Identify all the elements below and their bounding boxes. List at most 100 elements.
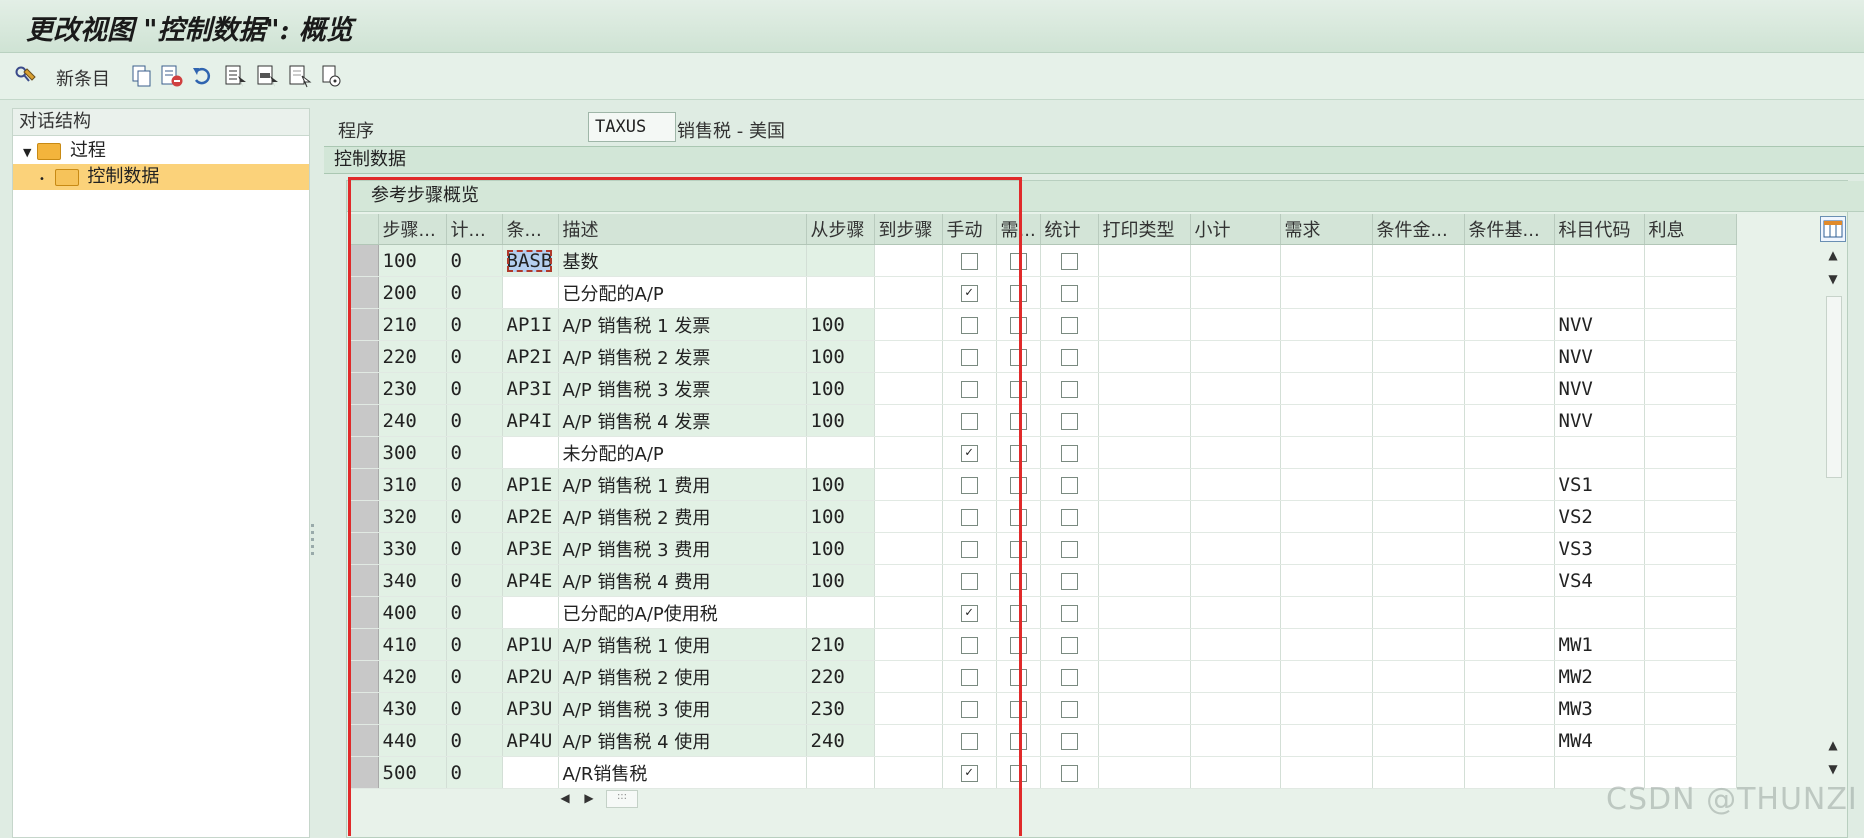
alt-calc-type-cell[interactable] xyxy=(1372,372,1465,405)
from-step-cell[interactable]: 230 xyxy=(806,692,875,725)
alt-calc-type-cell[interactable] xyxy=(1372,468,1465,501)
print-type-cell[interactable] xyxy=(1098,308,1191,341)
scroll-down-icon[interactable]: ▲ xyxy=(1824,736,1842,754)
manual-checkbox[interactable] xyxy=(960,476,978,494)
to-step-cell[interactable] xyxy=(874,628,943,661)
required-checkbox[interactable] xyxy=(1009,348,1027,366)
manual-checkbox[interactable] xyxy=(960,732,978,750)
account-key-cell[interactable]: MW1 xyxy=(1554,628,1645,661)
required-checkbox[interactable] xyxy=(1009,316,1027,334)
column-header[interactable]: 科目代码 xyxy=(1554,214,1645,245)
row-selector[interactable] xyxy=(350,660,379,693)
accruals-cell[interactable] xyxy=(1644,276,1737,309)
alt-calc-type-cell[interactable] xyxy=(1372,308,1465,341)
alt-calc-type-cell[interactable] xyxy=(1372,500,1465,533)
subtotal-cell[interactable] xyxy=(1190,244,1281,277)
from-step-cell[interactable]: 100 xyxy=(806,308,875,341)
to-step-cell[interactable] xyxy=(874,756,943,789)
to-step-cell[interactable] xyxy=(874,532,943,565)
accruals-cell[interactable] xyxy=(1644,244,1737,277)
row-selector[interactable] xyxy=(350,756,379,789)
deselect-all-icon[interactable] xyxy=(288,64,312,88)
from-step-cell[interactable]: 100 xyxy=(806,532,875,565)
procedure-field[interactable]: TAXUS xyxy=(588,112,676,142)
row-selector[interactable] xyxy=(350,692,379,725)
subtotal-cell[interactable] xyxy=(1190,436,1281,469)
accruals-cell[interactable] xyxy=(1644,692,1737,725)
alt-base-value-cell[interactable] xyxy=(1464,596,1555,629)
alt-base-value-cell[interactable] xyxy=(1464,436,1555,469)
alt-calc-type-cell[interactable] xyxy=(1372,564,1465,597)
account-key-cell[interactable]: MW2 xyxy=(1554,660,1645,693)
subtotal-cell[interactable] xyxy=(1190,276,1281,309)
required-checkbox[interactable] xyxy=(1009,476,1027,494)
column-header[interactable]: 小计 xyxy=(1190,214,1281,245)
statistical-checkbox[interactable] xyxy=(1060,700,1078,718)
requirement-cell[interactable] xyxy=(1280,468,1373,501)
column-header[interactable]: 条件基... xyxy=(1464,214,1555,245)
accruals-cell[interactable] xyxy=(1644,468,1737,501)
requirement-cell[interactable] xyxy=(1280,628,1373,661)
statistical-checkbox[interactable] xyxy=(1060,540,1078,558)
print-icon[interactable] xyxy=(320,64,344,88)
from-step-cell[interactable]: 210 xyxy=(806,628,875,661)
alt-base-value-cell[interactable] xyxy=(1464,244,1555,277)
subtotal-cell[interactable] xyxy=(1190,564,1281,597)
required-checkbox[interactable] xyxy=(1009,732,1027,750)
column-header[interactable]: 条... xyxy=(502,214,559,245)
row-selector[interactable] xyxy=(350,532,379,565)
alt-base-value-cell[interactable] xyxy=(1464,692,1555,725)
print-type-cell[interactable] xyxy=(1098,692,1191,725)
accruals-cell[interactable] xyxy=(1644,340,1737,373)
from-step-cell[interactable]: 100 xyxy=(806,372,875,405)
alt-base-value-cell[interactable] xyxy=(1464,660,1555,693)
statistical-checkbox[interactable] xyxy=(1060,284,1078,302)
to-step-cell[interactable] xyxy=(874,596,943,629)
condition-type-cell[interactable]: AP4U xyxy=(502,724,559,757)
vertical-scroll-thumb[interactable] xyxy=(1826,296,1842,478)
from-step-cell[interactable]: 100 xyxy=(806,404,875,437)
from-step-cell[interactable] xyxy=(806,596,875,629)
required-checkbox[interactable] xyxy=(1009,764,1027,782)
statistical-checkbox[interactable] xyxy=(1060,732,1078,750)
accruals-cell[interactable] xyxy=(1644,628,1737,661)
print-type-cell[interactable] xyxy=(1098,564,1191,597)
subtotal-cell[interactable] xyxy=(1190,628,1281,661)
statistical-checkbox[interactable] xyxy=(1060,668,1078,686)
column-header[interactable]: 步骤... xyxy=(378,214,447,245)
from-step-cell[interactable]: 220 xyxy=(806,660,875,693)
subtotal-cell[interactable] xyxy=(1190,692,1281,725)
statistical-checkbox[interactable] xyxy=(1060,380,1078,398)
subtotal-cell[interactable] xyxy=(1190,660,1281,693)
alt-calc-type-cell[interactable] xyxy=(1372,756,1465,789)
select-block-icon[interactable] xyxy=(256,64,280,88)
print-type-cell[interactable] xyxy=(1098,276,1191,309)
alt-calc-type-cell[interactable] xyxy=(1372,244,1465,277)
column-header[interactable]: 统计 xyxy=(1040,214,1099,245)
tree-node-procedure[interactable]: ▼ 过程 xyxy=(23,138,106,164)
accruals-cell[interactable] xyxy=(1644,372,1737,405)
manual-checkbox[interactable] xyxy=(960,380,978,398)
condition-type-cell[interactable]: AP4I xyxy=(502,404,559,437)
manual-checkbox[interactable]: ✓ xyxy=(960,764,978,782)
account-key-cell[interactable]: MW4 xyxy=(1554,724,1645,757)
manual-checkbox[interactable]: ✓ xyxy=(960,284,978,302)
requirement-cell[interactable] xyxy=(1280,308,1373,341)
from-step-cell[interactable]: 240 xyxy=(806,724,875,757)
required-checkbox[interactable] xyxy=(1009,380,1027,398)
account-key-cell[interactable]: NVV xyxy=(1554,340,1645,373)
manual-checkbox[interactable]: ✓ xyxy=(960,604,978,622)
row-selector[interactable] xyxy=(350,372,379,405)
to-step-cell[interactable] xyxy=(874,372,943,405)
accruals-cell[interactable] xyxy=(1644,660,1737,693)
print-type-cell[interactable] xyxy=(1098,404,1191,437)
from-step-cell[interactable]: 100 xyxy=(806,468,875,501)
requirement-cell[interactable] xyxy=(1280,340,1373,373)
print-type-cell[interactable] xyxy=(1098,340,1191,373)
undo-icon[interactable] xyxy=(190,64,214,88)
from-step-cell[interactable] xyxy=(806,436,875,469)
requirement-cell[interactable] xyxy=(1280,596,1373,629)
statistical-checkbox[interactable] xyxy=(1060,476,1078,494)
condition-type-cell[interactable] xyxy=(502,596,559,629)
tree-expand-icon[interactable]: ▼ xyxy=(23,146,31,159)
